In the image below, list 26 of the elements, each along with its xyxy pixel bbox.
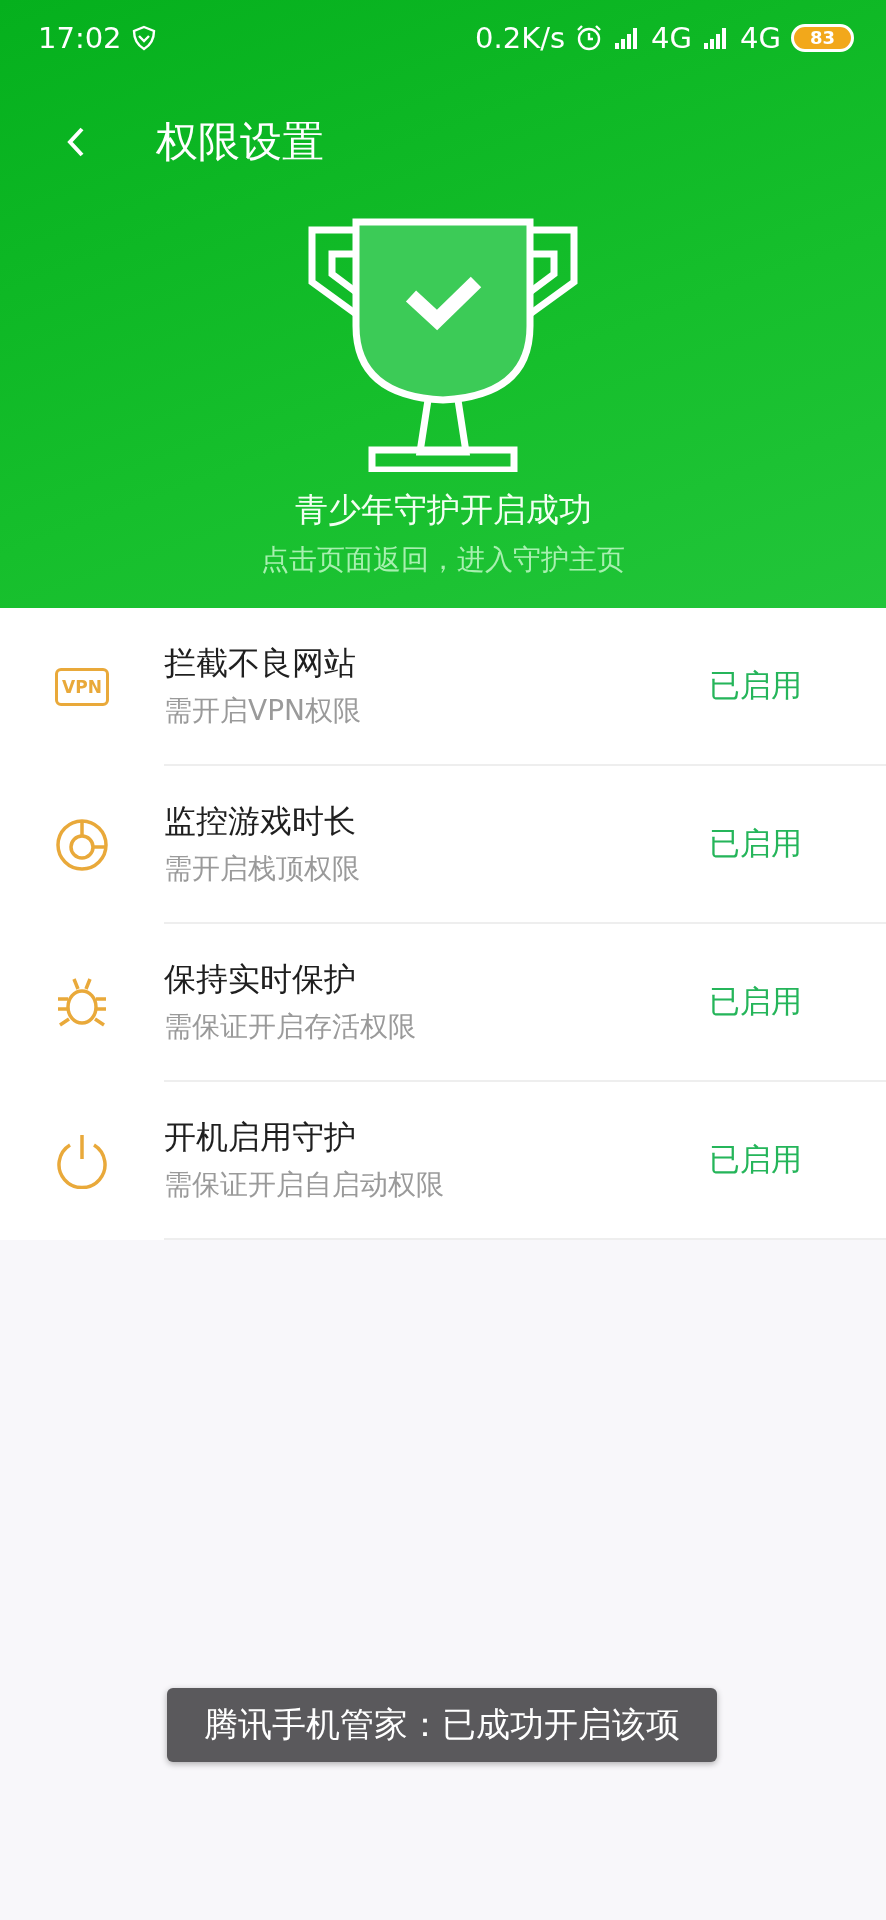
status-time: 17:02: [38, 21, 122, 55]
success-title: 青少年守护开启成功: [294, 489, 592, 531]
enabled-status: 已启用: [709, 666, 802, 705]
battery-indicator: 83: [790, 24, 854, 52]
permission-row[interactable]: 保持实时保护 需保证开启存活权限 已启用: [0, 924, 886, 1082]
permission-title: 保持实时保护: [164, 959, 357, 1000]
permission-row[interactable]: 监控游戏时长 需开启栈顶权限 已启用: [0, 766, 886, 924]
vpn-icon: VPN: [55, 668, 109, 706]
network-speed: 0.2K/s: [475, 21, 566, 55]
permission-subtitle: 需开启VPN权限: [164, 693, 361, 729]
enabled-status: 已启用: [709, 824, 802, 863]
permission-title: 开机启用守护: [164, 1117, 357, 1158]
permission-title: 拦截不良网站: [164, 643, 357, 684]
permission-subtitle: 需保证开启自启动权限: [164, 1167, 444, 1203]
network-type: 4G: [740, 21, 781, 55]
permission-row[interactable]: VPN 拦截不良网站 需开启VPN权限 已启用: [0, 608, 886, 766]
permission-subtitle: 需开启栈顶权限: [164, 851, 360, 887]
enabled-status: 已启用: [709, 1140, 802, 1179]
enabled-status: 已启用: [709, 982, 802, 1021]
permission-subtitle: 需保证开启存活权限: [164, 1009, 416, 1045]
return-hint: 点击页面返回，进入守护主页: [261, 542, 625, 578]
network-type: 4G: [651, 21, 692, 55]
toast-message: 腾讯手机管家：已成功开启该项: [167, 1688, 717, 1762]
permission-row[interactable]: 开机启用守护 需保证开启自启动权限 已启用: [0, 1082, 886, 1240]
permission-title: 监控游戏时长: [164, 801, 357, 842]
page-title: 权限设置: [156, 116, 324, 168]
